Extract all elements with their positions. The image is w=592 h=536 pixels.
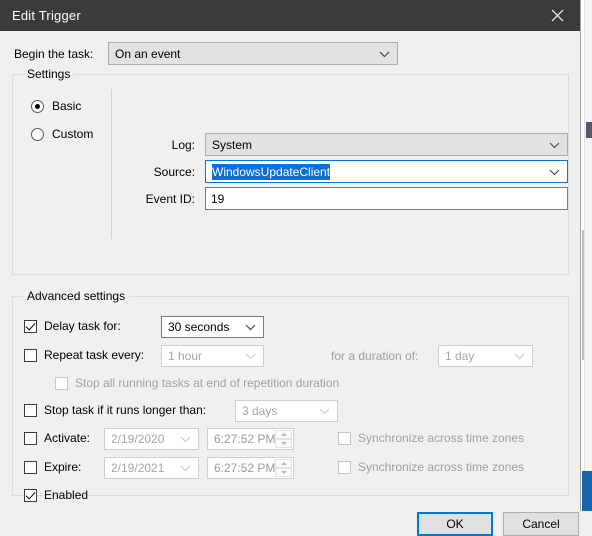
settings-group: Settings Basic Custom Log: System Source… bbox=[12, 67, 569, 275]
delay-task-value: 30 seconds bbox=[168, 320, 230, 334]
activate-sync-timezones-checkbox[interactable]: Synchronize across time zones bbox=[338, 431, 524, 445]
chevron-down-icon bbox=[379, 47, 390, 61]
delay-task-combobox[interactable]: 30 seconds bbox=[161, 316, 264, 338]
background-scrollbar-thumb[interactable] bbox=[586, 122, 592, 138]
chevron-down-icon bbox=[180, 432, 191, 446]
enabled-checkbox-box bbox=[24, 488, 37, 502]
radio-custom-indicator bbox=[31, 127, 44, 141]
expire-sync-timezones-label: Synchronize across time zones bbox=[358, 460, 525, 474]
repeat-task-checkbox-box bbox=[24, 348, 37, 362]
log-row: Log: System bbox=[125, 133, 568, 156]
title-bar: Edit Trigger bbox=[0, 0, 580, 31]
source-value: WindowsUpdateClient bbox=[212, 163, 331, 180]
begin-task-row: Begin the task: On an event bbox=[14, 42, 398, 65]
activate-label: Activate: bbox=[44, 431, 91, 445]
stop-all-running-tasks-checkbox-box bbox=[55, 376, 68, 390]
expire-date-picker[interactable]: 2/19/2021 bbox=[104, 457, 199, 479]
edit-trigger-dialog: Edit Trigger Begin the task: On an event bbox=[0, 0, 581, 536]
stop-task-longer-checkbox[interactable]: Stop task if it runs longer than: bbox=[24, 403, 206, 417]
radio-custom-label: Custom bbox=[52, 127, 94, 141]
ok-button[interactable]: OK bbox=[417, 512, 493, 536]
spinner-down-icon[interactable] bbox=[275, 439, 292, 448]
chevron-down-icon bbox=[549, 138, 560, 152]
delay-task-checkbox[interactable]: Delay task for: bbox=[24, 319, 121, 333]
activate-time-spinner[interactable] bbox=[275, 430, 292, 448]
activate-date-value: 2/19/2020 bbox=[111, 432, 165, 446]
stop-task-longer-checkbox-box bbox=[24, 403, 37, 417]
source-row: Source: WindowsUpdateClient bbox=[125, 160, 568, 183]
expire-checkbox-box bbox=[24, 460, 37, 474]
radio-basic[interactable]: Basic bbox=[31, 99, 81, 113]
ok-button-label: OK bbox=[446, 517, 464, 531]
expire-time-field[interactable]: 6:27:52 PM bbox=[207, 457, 294, 479]
expire-time-value: 6:27:52 PM bbox=[214, 461, 276, 475]
chevron-down-icon bbox=[245, 349, 256, 363]
cancel-button-label: Cancel bbox=[522, 517, 560, 531]
dialog-body: Begin the task: On an event Settings Bas… bbox=[0, 31, 580, 536]
source-label: Source: bbox=[153, 164, 195, 179]
repeat-task-checkbox[interactable]: Repeat task every: bbox=[24, 348, 144, 362]
settings-divider bbox=[111, 89, 112, 239]
close-icon[interactable] bbox=[535, 0, 580, 31]
spinner-up-icon[interactable] bbox=[275, 459, 292, 468]
activate-time-value: 6:27:52 PM bbox=[214, 432, 276, 446]
expire-sync-timezones-checkbox[interactable]: Synchronize across time zones bbox=[338, 460, 524, 474]
expire-label: Expire: bbox=[44, 460, 82, 474]
event-id-row: Event ID: 19 bbox=[125, 187, 568, 210]
activate-checkbox[interactable]: Activate: bbox=[24, 431, 90, 445]
delay-task-checkbox-box bbox=[24, 319, 37, 333]
log-label: Log: bbox=[171, 137, 195, 152]
chevron-down-icon bbox=[514, 349, 525, 363]
activate-sync-timezones-checkbox-box bbox=[338, 431, 351, 445]
stop-all-running-tasks-label: Stop all running tasks at end of repetit… bbox=[75, 376, 340, 390]
expire-sync-timezones-checkbox-box bbox=[338, 460, 351, 474]
advanced-legend: Advanced settings bbox=[23, 289, 130, 303]
log-value: System bbox=[212, 137, 253, 152]
repeat-interval-value: 1 hour bbox=[168, 349, 203, 363]
delay-task-label: Delay task for: bbox=[44, 319, 121, 333]
radio-basic-label: Basic bbox=[52, 99, 82, 113]
chevron-down-icon bbox=[245, 320, 256, 334]
activate-checkbox-box bbox=[24, 431, 37, 445]
settings-legend: Settings bbox=[23, 67, 75, 81]
chevron-down-icon bbox=[180, 461, 191, 475]
repeat-interval-combobox[interactable]: 1 hour bbox=[161, 345, 264, 367]
event-id-label: Event ID: bbox=[145, 191, 195, 206]
spinner-up-icon[interactable] bbox=[275, 430, 292, 439]
repeat-duration-value: 1 day bbox=[445, 349, 475, 363]
activate-time-field[interactable]: 6:27:52 PM bbox=[207, 428, 294, 450]
stop-task-longer-value: 3 days bbox=[242, 404, 278, 418]
event-id-value: 19 bbox=[211, 191, 225, 206]
begin-task-value: On an event bbox=[115, 46, 181, 61]
repeat-duration-combobox[interactable]: 1 day bbox=[438, 345, 533, 367]
window-title: Edit Trigger bbox=[12, 8, 81, 23]
chevron-down-icon bbox=[549, 165, 560, 179]
repeat-task-label: Repeat task every: bbox=[44, 348, 145, 362]
background-scrollbar[interactable] bbox=[584, 0, 592, 511]
enabled-checkbox[interactable]: Enabled bbox=[24, 488, 88, 502]
stop-task-longer-label: Stop task if it runs longer than: bbox=[44, 403, 207, 417]
expire-time-spinner[interactable] bbox=[275, 459, 292, 477]
event-id-input[interactable]: 19 bbox=[205, 187, 568, 210]
repeat-duration-label: for a duration of: bbox=[331, 349, 419, 363]
activate-sync-timezones-label: Synchronize across time zones bbox=[358, 431, 525, 445]
source-combobox[interactable]: WindowsUpdateClient bbox=[205, 160, 568, 183]
begin-task-combobox[interactable]: On an event bbox=[108, 42, 398, 65]
spinner-down-icon[interactable] bbox=[275, 468, 292, 477]
expire-checkbox[interactable]: Expire: bbox=[24, 460, 81, 474]
advanced-settings-group: Advanced settings Delay task for: 30 sec… bbox=[12, 289, 569, 502]
radio-basic-indicator bbox=[31, 99, 44, 113]
enabled-label: Enabled bbox=[44, 488, 89, 502]
screen: Edit Trigger Begin the task: On an event bbox=[0, 0, 592, 536]
radio-custom[interactable]: Custom bbox=[31, 127, 93, 141]
background-taskbar-accent bbox=[582, 471, 592, 511]
chevron-down-icon bbox=[319, 404, 330, 418]
cancel-button[interactable]: Cancel bbox=[503, 512, 579, 536]
activate-date-picker[interactable]: 2/19/2020 bbox=[104, 428, 199, 450]
stop-all-running-tasks-checkbox[interactable]: Stop all running tasks at end of repetit… bbox=[55, 376, 339, 390]
log-combobox[interactable]: System bbox=[205, 133, 568, 156]
expire-date-value: 2/19/2021 bbox=[111, 461, 165, 475]
stop-task-longer-combobox[interactable]: 3 days bbox=[235, 400, 338, 422]
begin-task-label: Begin the task: bbox=[14, 46, 94, 61]
